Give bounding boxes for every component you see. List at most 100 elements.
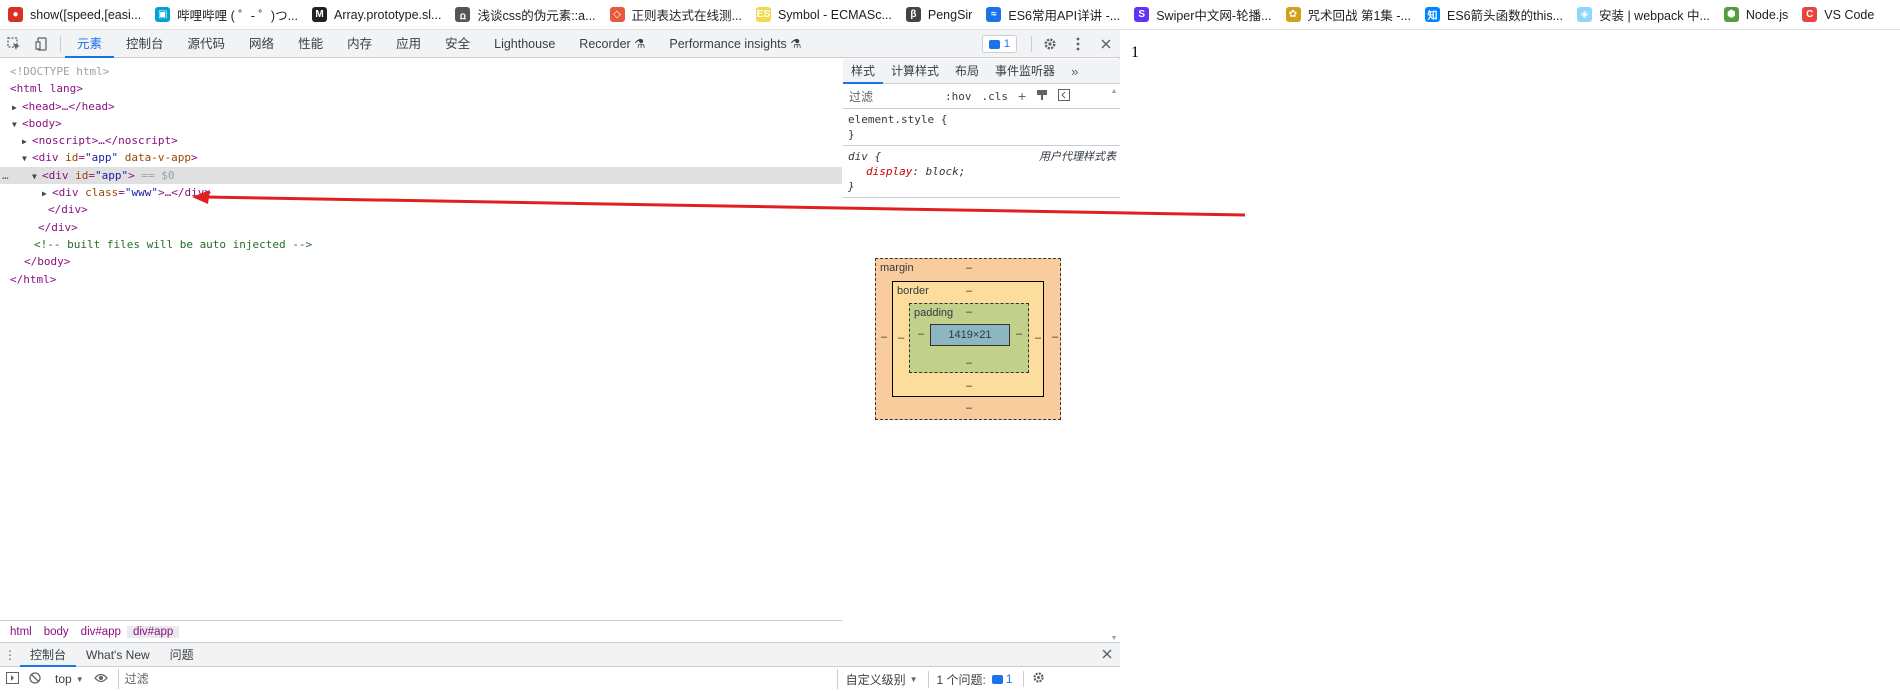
drawer-tab-2[interactable]: 问题 (160, 643, 204, 667)
box-model-padding[interactable]: padding – – – – 1419×21 (909, 303, 1029, 373)
margin-bottom-value[interactable]: – (966, 402, 972, 414)
breadcrumb-item[interactable]: html (4, 626, 38, 638)
clear-console-icon[interactable] (29, 671, 41, 687)
dom-div-close-outer[interactable]: </div> (0, 219, 842, 236)
styles-tab-1[interactable]: 计算样式 (883, 59, 947, 84)
add-rule-icon[interactable]: + (1018, 88, 1026, 104)
padding-bottom-value[interactable]: – (966, 357, 972, 369)
log-levels-dropdown[interactable]: 自定义级别 (846, 671, 906, 688)
drawer-tab-1[interactable]: What's New (76, 643, 160, 667)
box-model-content-size[interactable]: 1419×21 (930, 324, 1010, 346)
expand-triangle-icon[interactable]: ▶ (12, 99, 22, 116)
bookmark-item[interactable]: ◇ 正则表达式在线测... (609, 5, 742, 24)
tab-4[interactable]: 性能 (286, 30, 335, 58)
bookmark-item[interactable]: ✿ 咒术回战 第1集 -... (1285, 5, 1411, 24)
box-model-border[interactable]: border – – – – padding – – – – 1419×21 (892, 281, 1044, 397)
bookmark-item[interactable]: ▣ 哔哩哔哩 ( ゜- ゜)つ... (155, 5, 298, 24)
breadcrumb-item[interactable]: div#app (75, 626, 127, 638)
bookmark-item[interactable]: ◈ 安装 | webpack 中... (1576, 5, 1710, 24)
console-settings-icon[interactable] (1022, 671, 1045, 687)
collapse-triangle-icon[interactable]: ▼ (32, 168, 42, 185)
ua-div-rule[interactable]: div { 用户代理样式表 display: block; } (843, 146, 1120, 198)
bookmark-item[interactable]: 知 ES6箭头函数的this... (1424, 5, 1563, 24)
inspect-element-icon[interactable] (0, 30, 28, 58)
tab-2[interactable]: 源代码 (176, 30, 238, 58)
hov-toggle[interactable]: :hov (945, 90, 972, 103)
padding-right-value[interactable]: – (1016, 328, 1022, 340)
styles-tab-0[interactable]: 样式 (843, 59, 884, 84)
cls-toggle[interactable]: .cls (982, 90, 1009, 103)
tab-5[interactable]: 内存 (335, 30, 384, 58)
dropdown-arrow-icon[interactable]: ▼ (910, 675, 918, 684)
tab-8[interactable]: Lighthouse (482, 30, 567, 58)
drawer-menu-icon[interactable]: ⋮ (0, 648, 20, 662)
expand-triangle-icon[interactable]: ▶ (22, 133, 32, 150)
dom-div-app-outer[interactable]: ▼ <div id="app" data-v-app> (0, 149, 842, 166)
padding-top-value[interactable]: – (966, 306, 972, 318)
console-issues-label[interactable]: 1 个问题: (927, 670, 986, 688)
dom-html-open[interactable]: <html lang> (0, 80, 842, 97)
eye-icon[interactable] (93, 672, 108, 686)
border-bottom-value[interactable]: – (966, 380, 972, 392)
box-model-margin[interactable]: margin – – – – border – – – – padding – … (875, 258, 1061, 420)
dom-body-open[interactable]: ▼ <body> (0, 115, 842, 132)
paint-bucket-icon[interactable] (1036, 89, 1048, 104)
dom-head[interactable]: ▶ <head>…</head> (0, 98, 842, 115)
tab-9[interactable]: Recorder ⚗ (567, 30, 657, 58)
issues-button[interactable]: 1 (981, 35, 1017, 53)
tab-3[interactable]: 网络 (237, 30, 286, 58)
close-icon[interactable] (1092, 30, 1120, 58)
dropdown-arrow-icon[interactable]: ▼ (76, 675, 84, 684)
device-toolbar-icon[interactable] (28, 30, 56, 58)
tab-10[interactable]: Performance insights ⚗ (657, 30, 813, 58)
dom-html-close[interactable]: </html> (0, 271, 842, 288)
toggle-sidebar-icon[interactable] (1058, 88, 1071, 104)
dom-doctype[interactable]: <!DOCTYPE html> (0, 63, 842, 80)
dom-div-www[interactable]: ▶ <div class="www">…</div> (0, 184, 842, 201)
more-vert-icon[interactable] (1064, 30, 1092, 58)
element-style-rule[interactable]: element.style { } (843, 109, 1120, 146)
margin-left-value[interactable]: – (881, 331, 887, 343)
tab-6[interactable]: 应用 (384, 30, 433, 58)
styles-tab-2[interactable]: 布局 (947, 59, 987, 84)
border-right-value[interactable]: – (1035, 332, 1041, 344)
expand-triangle-icon[interactable]: ▶ (42, 185, 52, 202)
bookmark-item[interactable]: C VS Code (1802, 7, 1874, 22)
console-filter-input[interactable]: 过滤 (117, 669, 838, 689)
dom-comment[interactable]: <!-- built files will be auto injected -… (0, 236, 842, 253)
sidebar-toggle-icon[interactable] (6, 671, 19, 687)
gear-icon[interactable] (1036, 30, 1064, 58)
padding-left-value[interactable]: – (918, 328, 924, 340)
chevron-double-right-icon[interactable]: » (1071, 64, 1078, 79)
collapse-triangle-icon[interactable]: ▼ (12, 116, 22, 133)
bookmark-item[interactable]: ES Symbol - ECMASc... (755, 7, 892, 22)
margin-right-value[interactable]: – (1052, 331, 1058, 343)
collapse-triangle-icon[interactable]: ▼ (22, 150, 32, 167)
bookmark-item[interactable]: ● show([speed,[easi... (8, 7, 141, 22)
bookmark-item[interactable]: ꭥ 浅谈css的伪元素::a... (455, 5, 596, 24)
tab-1[interactable]: 控制台 (114, 30, 176, 58)
dom-div-app-inner-selected[interactable]: … ▼ <div id="app"> == $0 (0, 166, 842, 185)
bookmark-item[interactable]: ≈ ES6常用API详讲 -... (986, 5, 1120, 24)
dom-div-close-inner[interactable]: </div> (0, 201, 842, 218)
tab-7[interactable]: 安全 (433, 30, 482, 58)
border-left-value[interactable]: – (898, 332, 904, 344)
bookmark-item[interactable]: M Array.prototype.sl... (312, 7, 441, 22)
styles-tab-3[interactable]: 事件监听器 (987, 59, 1063, 84)
dom-body-close[interactable]: </body> (0, 253, 842, 270)
more-dots-icon[interactable]: … (2, 167, 9, 184)
styles-filter-input[interactable]: 过滤 (849, 88, 945, 105)
bookmark-item[interactable]: ⬢ Node.js (1723, 7, 1788, 22)
drawer-tab-0[interactable]: 控制台 (20, 643, 77, 667)
margin-top-value[interactable]: – (966, 262, 972, 274)
breadcrumb-item[interactable]: div#app (126, 625, 180, 638)
tab-0[interactable]: 元素 (65, 30, 115, 58)
dom-noscript[interactable]: ▶ <noscript>…</noscript> (0, 132, 842, 149)
context-selector[interactable]: top (55, 672, 72, 686)
drawer-close-icon[interactable] (1102, 648, 1112, 662)
border-top-value[interactable]: – (966, 285, 972, 297)
styles-scrollbar[interactable]: ▲ ▼ (1110, 88, 1118, 642)
ua-property[interactable]: display: block; (848, 164, 1115, 179)
bookmark-item[interactable]: β PengSir (905, 7, 972, 22)
bookmark-item[interactable]: S Swiper中文网-轮播... (1134, 5, 1272, 24)
